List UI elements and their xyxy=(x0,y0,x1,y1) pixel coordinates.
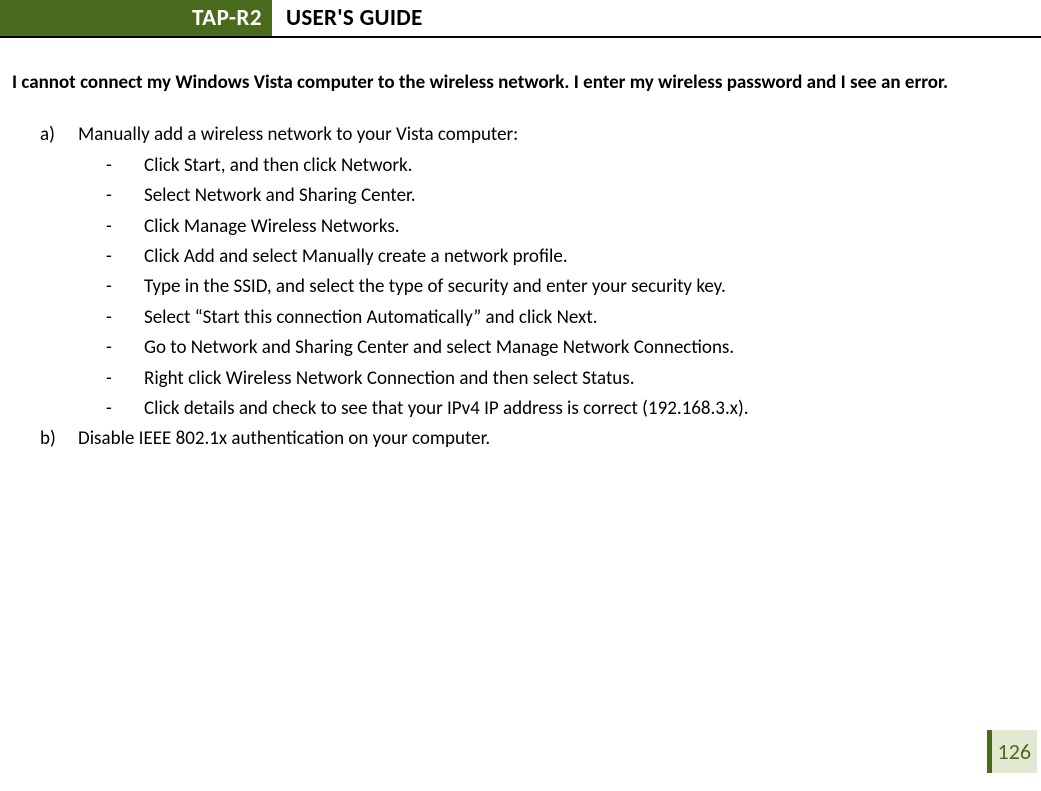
sub-marker: - xyxy=(106,212,144,242)
sub-item-text: Type in the SSID, and select the type of… xyxy=(144,272,726,302)
sub-item-text: Click details and check to see that your… xyxy=(144,394,749,424)
sub-marker: - xyxy=(106,242,144,272)
sub-item: - Click Manage Wireless Networks. xyxy=(106,212,1029,242)
sub-item-text: Go to Network and Sharing Center and sel… xyxy=(144,333,734,363)
sub-item: - Right click Wireless Network Connectio… xyxy=(106,364,1029,394)
sub-item-text: Select Network and Sharing Center. xyxy=(144,181,416,211)
sub-item: - Type in the SSID, and select the type … xyxy=(106,272,1029,302)
sub-marker: - xyxy=(106,364,144,394)
sub-item: - Select Network and Sharing Center. xyxy=(106,181,1029,211)
list-item-text: Manually add a wireless network to your … xyxy=(78,120,518,150)
doc-title: USER'S GUIDE xyxy=(272,0,423,36)
sub-list: - Click Start, and then click Network. -… xyxy=(40,151,1029,425)
answer-list: a) Manually add a wireless network to yo… xyxy=(12,120,1029,454)
page-header: TAP-R2 USER'S GUIDE xyxy=(0,0,1041,38)
sub-marker: - xyxy=(106,151,144,181)
sub-marker: - xyxy=(106,394,144,424)
sub-marker: - xyxy=(106,303,144,333)
faq-question: I cannot connect my Windows Vista comput… xyxy=(12,68,1029,98)
sub-item: - Click details and check to see that yo… xyxy=(106,394,1029,424)
page-content: I cannot connect my Windows Vista comput… xyxy=(0,68,1041,455)
list-marker: a) xyxy=(40,120,78,150)
list-marker: b) xyxy=(40,424,78,454)
sub-item-text: Click Start, and then click Network. xyxy=(144,151,412,181)
sub-item: - Click Start, and then click Network. xyxy=(106,151,1029,181)
list-item: b) Disable IEEE 802.1x authentication on… xyxy=(40,424,1029,454)
product-badge: TAP-R2 xyxy=(0,0,272,36)
sub-marker: - xyxy=(106,272,144,302)
sub-item: - Click Add and select Manually create a… xyxy=(106,242,1029,272)
sub-item-text: Right click Wireless Network Connection … xyxy=(144,364,635,394)
sub-item: - Go to Network and Sharing Center and s… xyxy=(106,333,1029,363)
sub-item-text: Click Add and select Manually create a n… xyxy=(144,242,568,272)
sub-item: - Select “Start this connection Automati… xyxy=(106,303,1029,333)
list-item: a) Manually add a wireless network to yo… xyxy=(40,120,1029,150)
sub-marker: - xyxy=(106,333,144,363)
list-item-text: Disable IEEE 802.1x authentication on yo… xyxy=(78,424,490,454)
sub-item-text: Select “Start this connection Automatica… xyxy=(144,303,598,333)
page-number: 126 xyxy=(987,730,1037,773)
sub-item-text: Click Manage Wireless Networks. xyxy=(144,212,400,242)
sub-marker: - xyxy=(106,181,144,211)
